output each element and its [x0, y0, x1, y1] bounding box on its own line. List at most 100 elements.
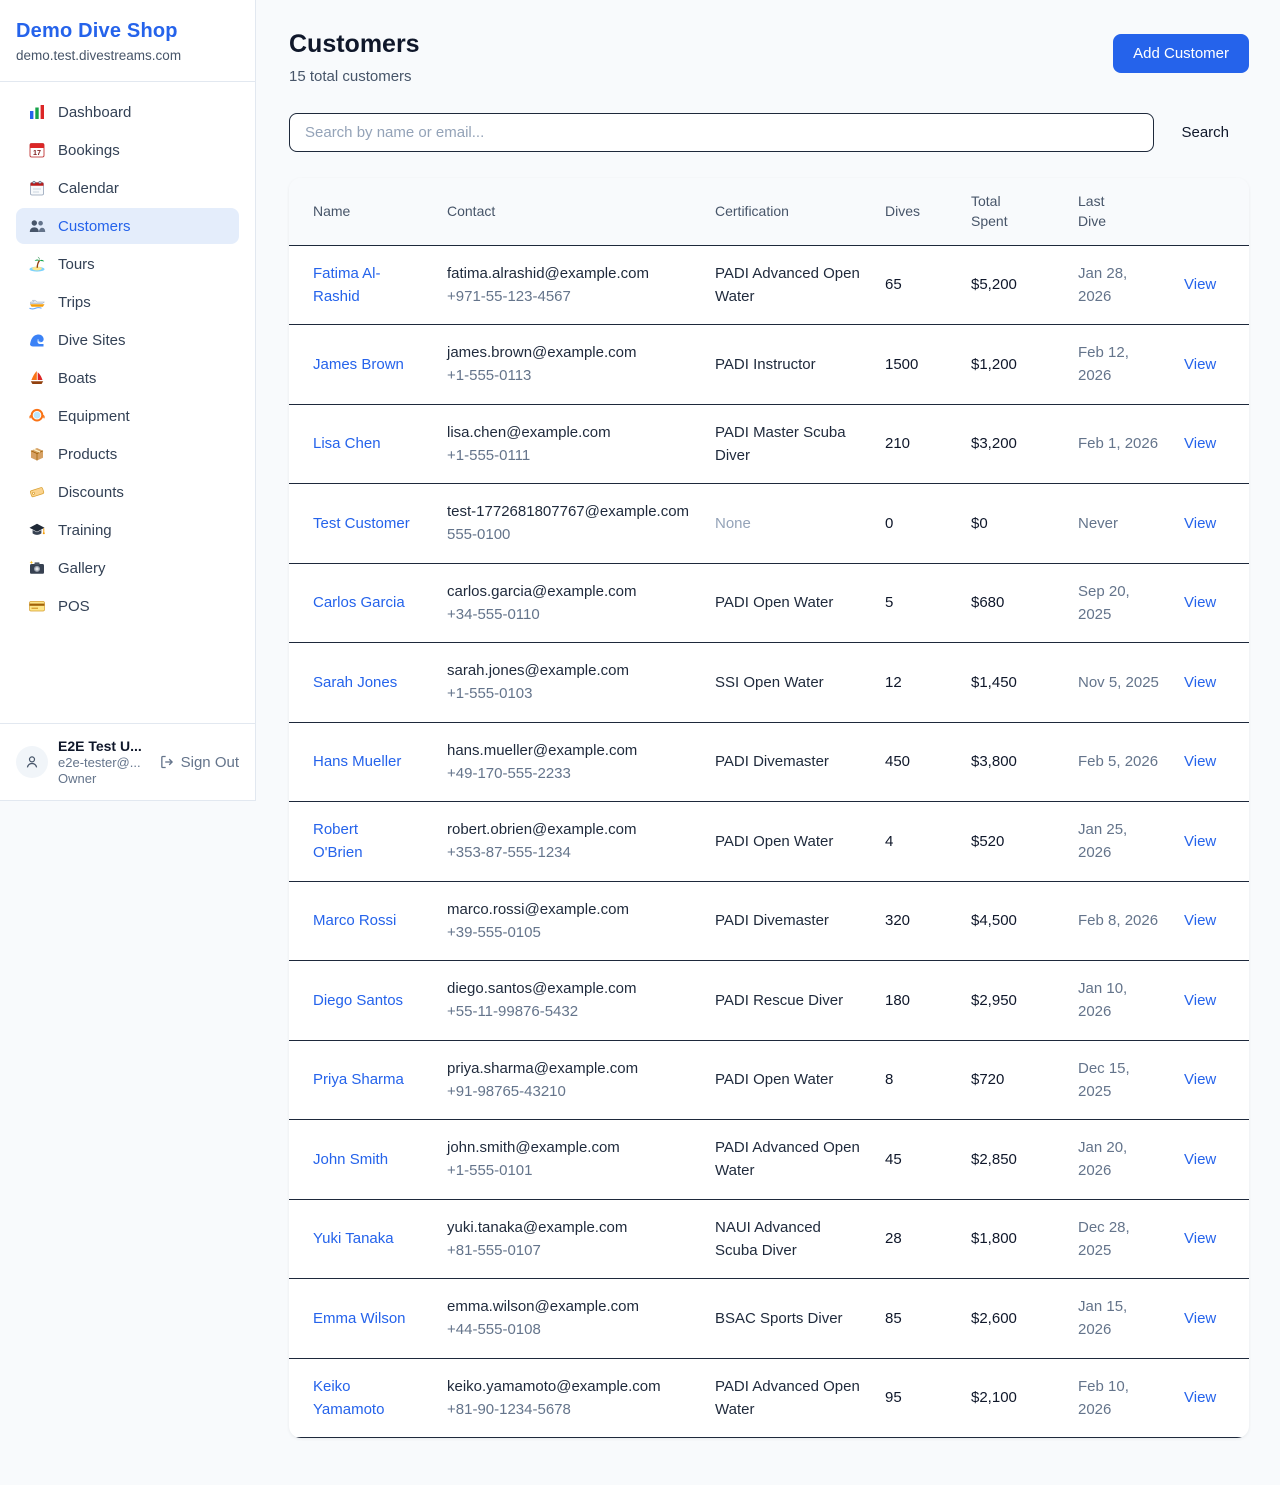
column-header-last-dive: Last Dive	[1066, 178, 1172, 245]
customer-name-link[interactable]: Yuki Tanaka	[313, 1227, 394, 1250]
customers-icon	[28, 217, 46, 235]
sidebar-item-products[interactable]: Products	[16, 436, 239, 472]
customer-name-link[interactable]: Priya Sharma	[313, 1068, 404, 1091]
customer-total-spent: $1,450	[959, 643, 1066, 723]
customer-name-link[interactable]: Test Customer	[313, 512, 410, 535]
customer-dives: 210	[873, 404, 959, 484]
search-button[interactable]: Search	[1154, 124, 1249, 141]
sidebar-item-label: Dashboard	[58, 104, 131, 121]
customer-name-link[interactable]: Emma Wilson	[313, 1307, 406, 1330]
sidebar-item-dive-sites[interactable]: Dive Sites	[16, 322, 239, 358]
customer-last-dive: Jan 20, 2026	[1066, 1120, 1172, 1200]
view-link[interactable]: View	[1184, 753, 1216, 770]
view-link[interactable]: View	[1184, 992, 1216, 1009]
sidebar-item-label: Discounts	[58, 484, 124, 501]
view-link[interactable]: View	[1184, 1071, 1216, 1088]
customer-last-dive: Jan 10, 2026	[1066, 961, 1172, 1041]
sidebar-item-equipment[interactable]: Equipment	[16, 398, 239, 434]
customer-name-link[interactable]: Fatima Al-Rashid	[313, 262, 411, 309]
sign-out-button[interactable]: Sign Out	[159, 754, 239, 771]
table-row: John Smith john.smith@example.com +1-555…	[289, 1120, 1249, 1200]
customer-email: diego.santos@example.com	[447, 977, 691, 1000]
person-icon	[24, 754, 40, 770]
avatar	[16, 746, 48, 778]
sidebar-item-label: Bookings	[58, 142, 120, 159]
customer-total-spent: $2,100	[959, 1358, 1066, 1438]
sidebar-item-tours[interactable]: Tours	[16, 246, 239, 282]
view-link[interactable]: View	[1184, 674, 1216, 691]
sidebar-item-trips[interactable]: Trips	[16, 284, 239, 320]
customer-dives: 95	[873, 1358, 959, 1438]
sidebar-item-training[interactable]: Training	[16, 512, 239, 548]
sidebar-item-discounts[interactable]: Discounts	[16, 474, 239, 510]
discounts-icon	[28, 483, 46, 501]
view-link[interactable]: View	[1184, 594, 1216, 611]
sidebar-item-boats[interactable]: Boats	[16, 360, 239, 396]
customer-phone: +971-55-123-4567	[447, 285, 691, 308]
customer-name-link[interactable]: Carlos Garcia	[313, 591, 405, 614]
sidebar: Demo Dive Shop demo.test.divestreams.com…	[0, 0, 256, 801]
customer-email: robert.obrien@example.com	[447, 818, 691, 841]
customer-name-link[interactable]: Lisa Chen	[313, 432, 381, 455]
customer-name-link[interactable]: James Brown	[313, 353, 404, 376]
column-header-certification: Certification	[703, 178, 873, 245]
customer-total-spent: $5,200	[959, 245, 1066, 325]
customer-name-link[interactable]: Marco Rossi	[313, 909, 396, 932]
customers-count: 15 total customers	[289, 68, 420, 85]
customer-email: yuki.tanaka@example.com	[447, 1216, 691, 1239]
customer-last-dive: Feb 5, 2026	[1066, 722, 1172, 802]
customer-last-dive: Feb 8, 2026	[1066, 881, 1172, 961]
view-link[interactable]: View	[1184, 833, 1216, 850]
view-link[interactable]: View	[1184, 912, 1216, 929]
column-header-dives: Dives	[873, 178, 959, 245]
view-link[interactable]: View	[1184, 1310, 1216, 1327]
table-row: Lisa Chen lisa.chen@example.com +1-555-0…	[289, 404, 1249, 484]
search-input[interactable]	[289, 113, 1154, 152]
customer-certification: None	[703, 484, 873, 564]
page-title: Customers	[289, 30, 420, 59]
view-link[interactable]: View	[1184, 356, 1216, 373]
customer-name-link[interactable]: Sarah Jones	[313, 671, 397, 694]
user-info: E2E Test U... e2e-tester@... Owner	[58, 738, 149, 786]
add-customer-button[interactable]: Add Customer	[1113, 34, 1249, 73]
view-link[interactable]: View	[1184, 1230, 1216, 1247]
products-icon	[28, 445, 46, 463]
sidebar-item-calendar[interactable]: Calendar	[16, 170, 239, 206]
customer-dives: 28	[873, 1199, 959, 1279]
sidebar-item-gallery[interactable]: Gallery	[16, 550, 239, 586]
customer-phone: +81-90-1234-5678	[447, 1398, 691, 1421]
customer-name-link[interactable]: Keiko Yamamoto	[313, 1375, 411, 1422]
customer-name-link[interactable]: Hans Mueller	[313, 750, 401, 773]
view-link[interactable]: View	[1184, 1151, 1216, 1168]
customer-name-link[interactable]: Robert O'Brien	[313, 818, 411, 865]
pos-icon	[28, 597, 46, 615]
sidebar-user-footer: E2E Test U... e2e-tester@... Owner Sign …	[0, 723, 255, 800]
customer-dives: 0	[873, 484, 959, 564]
customer-name-link[interactable]: John Smith	[313, 1148, 388, 1171]
sidebar-item-label: Gallery	[58, 560, 106, 577]
sidebar-item-pos[interactable]: POS	[16, 588, 239, 624]
customer-last-dive: Never	[1066, 484, 1172, 564]
customer-certification: PADI Divemaster	[703, 881, 873, 961]
table-row: Hans Mueller hans.mueller@example.com +4…	[289, 722, 1249, 802]
view-link[interactable]: View	[1184, 515, 1216, 532]
view-link[interactable]: View	[1184, 435, 1216, 452]
customer-dives: 450	[873, 722, 959, 802]
customer-name-link[interactable]: Diego Santos	[313, 989, 403, 1012]
view-link[interactable]: View	[1184, 276, 1216, 293]
sidebar-item-bookings[interactable]: 17 Bookings	[16, 132, 239, 168]
sidebar-item-label: Tours	[58, 256, 95, 273]
customer-phone: +1-555-0103	[447, 682, 691, 705]
customer-email: lisa.chen@example.com	[447, 421, 691, 444]
customer-phone: +39-555-0105	[447, 921, 691, 944]
view-link[interactable]: View	[1184, 1389, 1216, 1406]
sidebar-item-customers[interactable]: Customers	[16, 208, 239, 244]
customer-total-spent: $2,850	[959, 1120, 1066, 1200]
table-header-row: Name Contact Certification Dives Total S…	[289, 178, 1249, 245]
customer-email: james.brown@example.com	[447, 341, 691, 364]
sidebar-item-dashboard[interactable]: Dashboard	[16, 94, 239, 130]
column-header-actions	[1172, 178, 1249, 245]
customer-last-dive: Dec 15, 2025	[1066, 1040, 1172, 1120]
customer-total-spent: $4,500	[959, 881, 1066, 961]
customer-total-spent: $520	[959, 802, 1066, 882]
